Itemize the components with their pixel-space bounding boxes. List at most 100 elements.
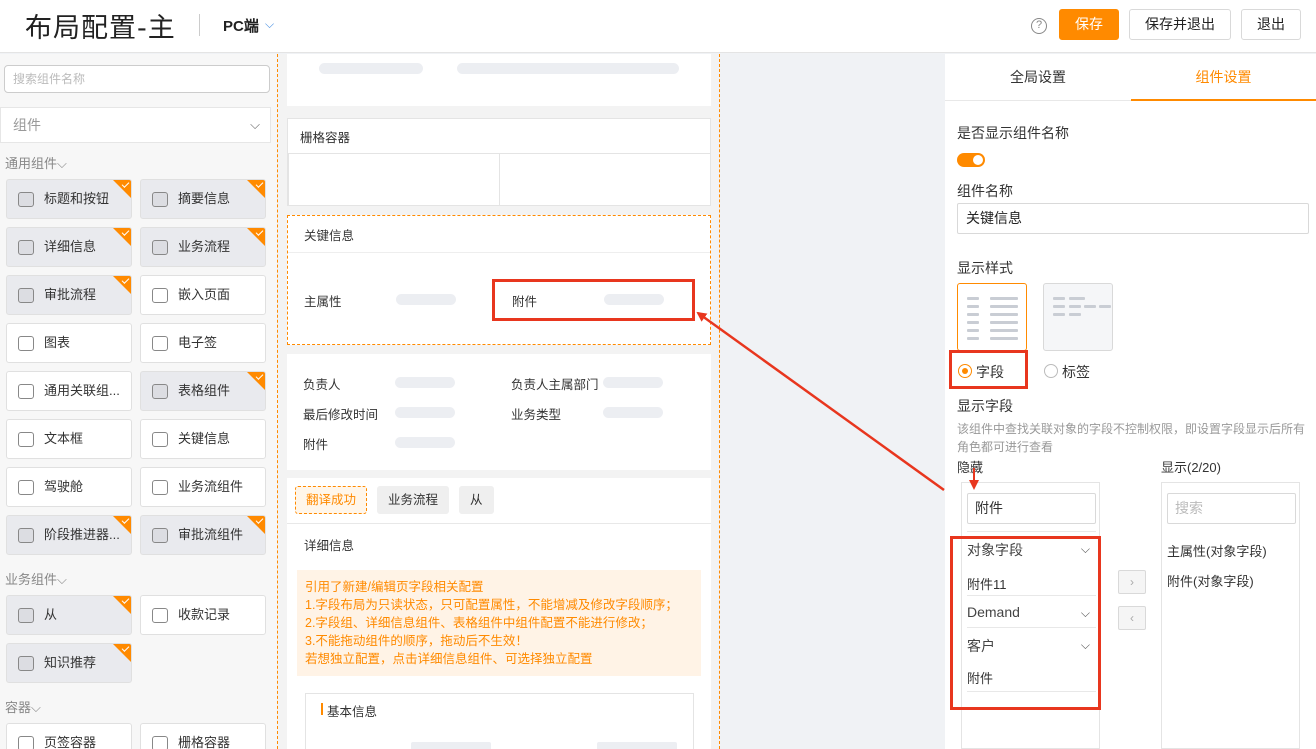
component-tile[interactable]: 详细信息 [6,227,132,267]
grid-cell[interactable] [288,153,500,206]
field-label: 主属性 [304,295,342,309]
component-name-input[interactable]: 关键信息 [957,203,1309,234]
hidden-search-input[interactable]: 附件 [967,493,1096,524]
move-left-button[interactable]: ‹ [1118,606,1146,630]
group-container[interactable]: 容器⌵ [5,697,41,716]
component-label: 文本框 [44,431,84,446]
component-tile[interactable]: 阶段推进器... [6,515,132,555]
component-tile[interactable]: 文本框 [6,419,132,459]
move-right-button[interactable]: › [1118,570,1146,594]
show-name-label: 是否显示组件名称 [957,125,1069,141]
component-tile[interactable]: 栅格容器 [140,723,266,749]
component-search-input[interactable]: 搜索组件名称 [4,65,270,93]
component-label: 业务流组件 [178,479,244,494]
component-icon [18,240,34,255]
component-label: 详细信息 [44,239,97,254]
component-icon [152,384,168,399]
component-icon [152,528,168,543]
component-icon [152,336,168,351]
component-tile[interactable]: 从 [6,595,132,635]
basic-info-section[interactable]: 基本信息 [305,693,694,749]
component-tile[interactable]: 收款记录 [140,595,266,635]
save-and-exit-button[interactable]: 保存并退出 [1129,9,1231,40]
grid-container-component[interactable]: 栅格容器 [287,118,711,206]
check-corner-icon [113,644,131,662]
component-icon [18,384,34,399]
notice-line: 3.不能拖动组件的顺序，拖动后不生效！ [305,634,528,648]
group-general[interactable]: 通用组件⌵ [5,153,67,172]
component-tile[interactable]: 驾驶舱 [6,467,132,507]
check-corner-icon [113,596,131,614]
component-label: 嵌入页面 [178,287,231,302]
tab-business-flow[interactable]: 业务流程 [377,486,450,514]
exit-button[interactable]: 退出 [1241,9,1301,40]
check-corner-icon [113,276,131,294]
tab-global-settings[interactable]: 全局设置 [945,54,1131,101]
component-label: 标题和按钮 [44,191,110,206]
field-label: 负责人主属部门 [511,378,599,392]
component-tile[interactable]: 知识推荐 [6,643,132,683]
style-option-tag[interactable] [1043,283,1113,351]
save-button[interactable]: 保存 [1059,9,1119,40]
placeholder-bar [395,377,455,388]
placeholder-bar [319,63,423,74]
radio-tag[interactable] [1044,364,1058,378]
component-tile[interactable]: 摘要信息 [140,179,266,219]
title-divider [199,14,200,36]
annotation-box [950,536,1101,710]
component-tile[interactable]: 嵌入页面 [140,275,266,315]
component-label: 收款记录 [178,607,231,622]
basic-info-title: 基本信息 [327,705,378,719]
component-tile[interactable]: 表格组件 [140,371,266,411]
field-item[interactable]: 主属性(对象字段) [1167,541,1296,560]
page-title: 布局配置-主 [25,13,176,44]
chevron-down-icon: ⌵ [250,117,260,132]
display-style-label: 显示样式 [957,260,1013,276]
component-label: 表格组件 [178,383,231,398]
field-label: 附件 [303,438,329,452]
platform-selector[interactable]: PC端 [223,15,259,36]
display-fields-label: 显示字段 [957,398,1013,414]
canvas-right-border [719,54,720,749]
header-component-preview[interactable] [287,54,711,106]
layout-canvas: 栅格容器 关键信息 主属性 附件 负责人 负责人主属部门 最后修改时间 业务类型… [278,54,719,749]
component-tile[interactable]: 关键信息 [140,419,266,459]
tab-translation[interactable]: 翻译成功 [295,486,368,514]
grid-cell[interactable] [499,153,711,206]
component-category-select[interactable]: 组件 ⌵ [0,107,271,143]
key-info-title: 关键信息 [304,229,355,243]
show-name-toggle[interactable] [957,153,985,167]
component-icon [18,528,34,543]
component-label: 栅格容器 [178,735,231,749]
component-tile[interactable]: 业务流程 [140,227,266,267]
tab-component-settings[interactable]: 组件设置 [1131,54,1316,101]
help-icon[interactable]: ? [1031,18,1047,34]
component-icon [152,480,168,495]
annotation-box [949,350,1028,389]
detail-info-title: 详细信息 [304,539,355,553]
tab-slave[interactable]: 从 [459,486,494,514]
style-option-field[interactable] [957,283,1027,351]
check-corner-icon [247,228,265,246]
component-tile[interactable]: 通用关联组... [6,371,132,411]
placeholder-bar [395,437,455,448]
field-item[interactable]: 附件(对象字段) [1167,571,1296,590]
group-business[interactable]: 业务组件⌵ [5,569,67,588]
divider [288,252,710,253]
chevron-down-icon[interactable]: ⌵ [265,17,274,32]
component-tile[interactable]: 电子签 [140,323,266,363]
shown-fields-list: 搜索 主属性(对象字段) 附件(对象字段) [1161,482,1300,749]
shown-search-input[interactable]: 搜索 [1167,493,1296,524]
component-icon [152,192,168,207]
component-tile[interactable]: 业务流组件 [140,467,266,507]
component-label: 阶段推进器... [44,527,120,542]
component-label: 关键信息 [178,431,231,446]
component-tile[interactable]: 图表 [6,323,132,363]
component-icon [18,288,34,303]
component-tile[interactable]: 审批流组件 [140,515,266,555]
component-tile[interactable]: 页签容器 [6,723,132,749]
component-tile[interactable]: 标题和按钮 [6,179,132,219]
summary-component[interactable]: 负责人 负责人主属部门 最后修改时间 业务类型 附件 [287,354,711,470]
component-label: 审批流组件 [178,527,244,542]
component-tile[interactable]: 审批流程 [6,275,132,315]
